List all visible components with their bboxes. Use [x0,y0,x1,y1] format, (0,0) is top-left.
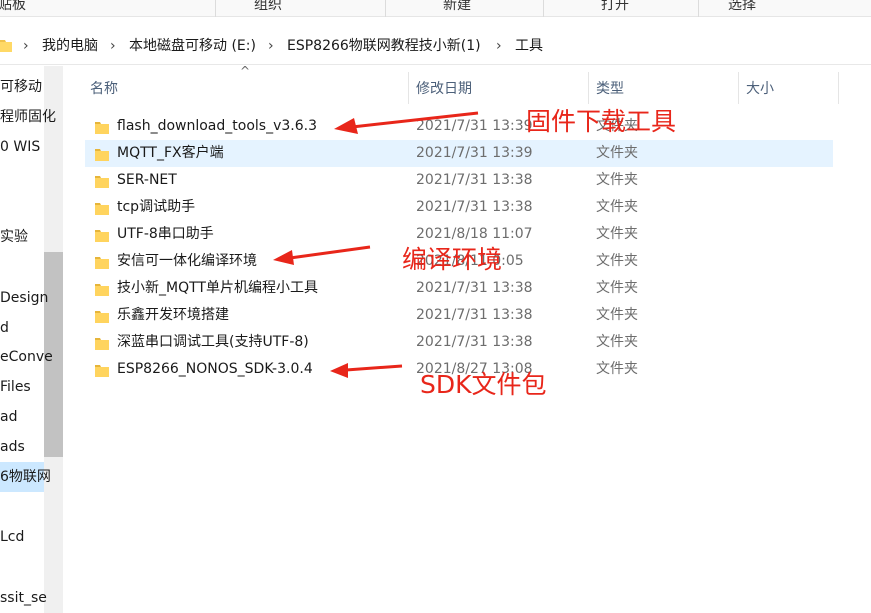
file-name: 乐鑫开发环境搭建 [117,307,229,323]
file-name: 安信可一体化编译环境 [117,253,257,269]
file-date: 2021/7/31 13:38 [416,199,533,215]
file-name: 技小新_MQTT单片机编程小工具 [117,280,318,296]
nav-item[interactable]: ads [0,438,25,456]
table-row[interactable]: SER-NET 2021/7/31 13:38 文件夹 [85,167,833,194]
file-date: 2021/7/31 13:39 [416,145,533,161]
chevron-right-icon[interactable]: › [23,37,29,55]
nav-item[interactable]: Design [0,289,48,307]
sort-ascending-icon: ^ [240,64,251,78]
nav-item[interactable]: 可移动 [0,78,42,96]
file-type: 文件夹 [596,172,638,188]
folder-icon [95,230,109,242]
file-date: 2021/7/31 13:38 [416,172,533,188]
ribbon-group-clipboard[interactable]: 贴板 [0,0,26,13]
ribbon: 贴板 组织 新建 打开 选择 [0,0,871,17]
file-name: flash_download_tools_v3.6.3 [117,118,317,134]
file-name: MQTT_FX客户端 [117,145,224,161]
column-header-type[interactable]: 类型 [596,80,624,98]
folder-icon [95,338,109,350]
navigation-pane: 可移动 程师固化 0 WIS 实验 Design d eConve Files … [0,66,64,613]
file-date: 2021/7/31 13:39 [416,118,533,134]
ribbon-group-new[interactable]: 新建 [443,0,471,13]
address-bar[interactable]: › 我的电脑 › 本地磁盘可移动 (E:) › ESP8266物联网教程技小新(… [0,27,871,65]
table-row[interactable]: 乐鑫开发环境搭建 2021/7/31 13:38 文件夹 [85,302,833,329]
table-row[interactable]: 深蓝串口调试工具(支持UTF-8) 2021/7/31 13:38 文件夹 [85,329,833,356]
file-type: 文件夹 [596,307,638,323]
ribbon-divider [215,0,216,17]
column-separator[interactable] [738,72,739,104]
nav-item[interactable]: 实验 [0,228,28,246]
chevron-right-icon[interactable]: › [268,37,274,55]
nav-item[interactable]: 程师固化 [0,108,56,126]
file-type: 文件夹 [596,226,638,242]
file-type: 文件夹 [596,334,638,350]
folder-icon [95,149,109,161]
ribbon-divider [698,0,699,17]
chevron-right-icon[interactable]: › [496,37,502,55]
nav-item[interactable]: eConve [0,348,53,366]
table-row[interactable]: 技小新_MQTT单片机编程小工具 2021/7/31 13:38 文件夹 [85,275,833,302]
file-name: SER-NET [117,172,177,188]
ribbon-group-open[interactable]: 打开 [601,0,629,13]
nav-item[interactable]: d [0,319,9,337]
file-type: 文件夹 [596,361,638,377]
file-date: 2021/7/31 13:38 [416,280,533,296]
file-type: 文件夹 [596,145,638,161]
ribbon-divider [385,0,386,17]
column-separator[interactable] [588,72,589,104]
nav-item[interactable]: 0 WIS [0,138,40,156]
nav-item[interactable]: ssit_se [0,589,47,607]
table-row[interactable]: MQTT_FX客户端 2021/7/31 13:39 文件夹 [85,140,833,167]
chevron-right-icon[interactable]: › [110,37,116,55]
column-separator[interactable] [838,72,839,104]
folder-icon [0,40,12,52]
file-name: tcp调试助手 [117,199,196,215]
folder-icon [95,257,109,269]
file-type: 文件夹 [596,280,638,296]
nav-item[interactable]: ad [0,408,17,426]
nav-item-selected[interactable]: 6物联网 [0,468,51,486]
folder-icon [95,176,109,188]
column-header-size[interactable]: 大小 [746,80,774,98]
folder-icon [95,311,109,323]
nav-item[interactable]: Lcd [0,528,24,546]
annotation-sdk-package: SDK文件包 [420,370,547,399]
ribbon-divider [543,0,544,17]
annotation-compile-env: 编译环境 [402,245,503,274]
folder-icon [95,284,109,296]
file-type: 文件夹 [596,253,638,269]
column-separator[interactable] [408,72,409,104]
folder-icon [95,203,109,215]
table-row[interactable]: flash_download_tools_v3.6.3 2021/7/31 13… [85,113,833,140]
file-date: 2021/7/31 13:38 [416,334,533,350]
file-name: ESP8266_NONOS_SDK-3.0.4 [117,361,313,377]
file-name: 深蓝串口调试工具(支持UTF-8) [117,334,309,350]
ribbon-group-select[interactable]: 选择 [728,0,756,13]
folder-icon [95,122,109,134]
breadcrumb-removable-disk[interactable]: 本地磁盘可移动 (E:) [129,37,256,55]
ribbon-group-organize[interactable]: 组织 [254,0,282,13]
breadcrumb-my-computer[interactable]: 我的电脑 [42,37,98,55]
table-row[interactable]: UTF-8串口助手 2021/8/18 11:07 文件夹 [85,221,833,248]
file-name: UTF-8串口助手 [117,226,214,242]
file-date: 2021/7/31 13:38 [416,307,533,323]
nav-item[interactable]: Files [0,378,31,396]
breadcrumb-tools[interactable]: 工具 [515,37,543,55]
column-header-name[interactable]: 名称 [90,80,118,98]
file-type: 文件夹 [596,199,638,215]
annotation-firmware-tool: 固件下载工具 [526,107,677,136]
table-row[interactable]: tcp调试助手 2021/7/31 13:38 文件夹 [85,194,833,221]
column-header-date[interactable]: 修改日期 [416,80,472,98]
folder-icon [95,365,109,377]
file-date: 2021/8/18 11:07 [416,226,533,242]
breadcrumb-tutorial-folder[interactable]: ESP8266物联网教程技小新(1) [287,37,481,55]
